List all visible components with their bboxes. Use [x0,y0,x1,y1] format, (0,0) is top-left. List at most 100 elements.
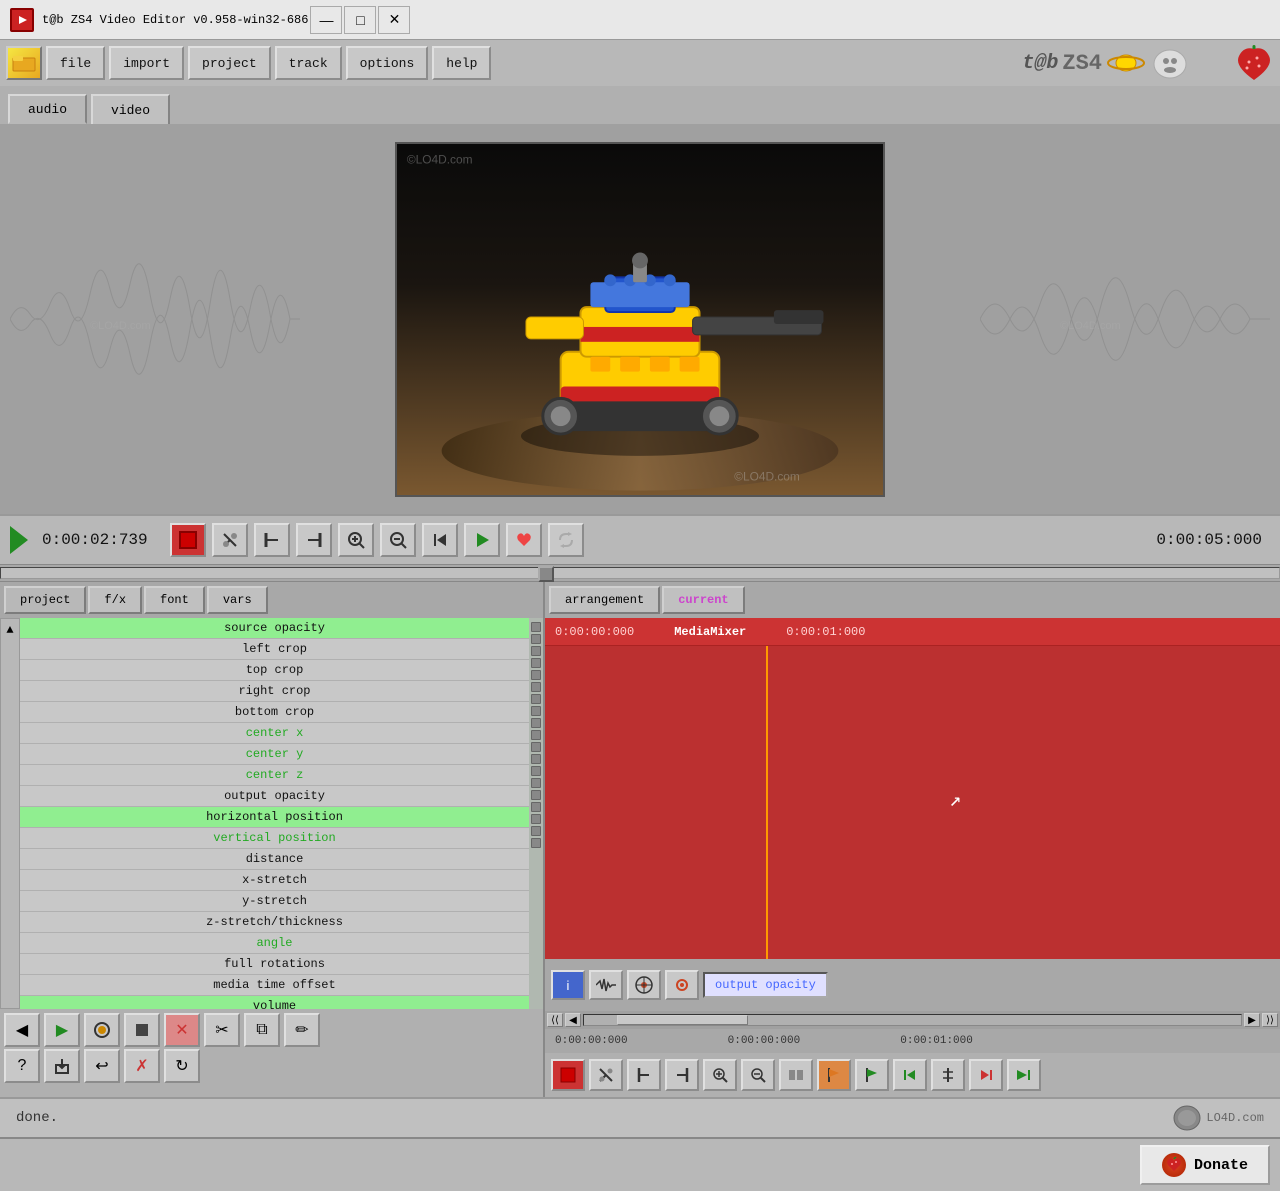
info-button[interactable]: i [551,970,585,1000]
scrubber-track[interactable] [0,567,1280,579]
donate-button[interactable]: Donate [1140,1145,1270,1185]
record-button[interactable] [170,523,206,557]
settings-button[interactable] [665,970,699,1000]
param-item[interactable]: center z [20,765,529,786]
left-tab-vars[interactable]: vars [207,586,268,614]
file-folder-icon[interactable] [6,46,42,80]
help-button[interactable]: ? [4,1049,40,1083]
tc-mark-in[interactable] [627,1059,661,1091]
tc-mark-out[interactable] [665,1059,699,1091]
right-tab-arrangement[interactable]: arrangement [549,586,660,614]
param-dot[interactable] [531,670,541,680]
stop-button[interactable] [124,1013,160,1047]
play-button[interactable] [464,523,500,557]
tc-arrow-left[interactable] [893,1059,927,1091]
delete-button[interactable]: ✕ [164,1013,200,1047]
param-dot[interactable] [531,622,541,632]
tc-green-flag[interactable] [855,1059,889,1091]
track-menu[interactable]: track [275,46,342,80]
param-dot[interactable] [531,778,541,788]
timeline-content[interactable]: ↗ [545,646,1280,959]
scroll-left-start[interactable]: ⟨⟨ [547,1013,563,1027]
tab-video[interactable]: video [91,94,170,124]
scroll-left[interactable]: ◀ [565,1013,581,1027]
go-start-button[interactable] [422,523,458,557]
scroll-right[interactable]: ▶ [1244,1013,1260,1027]
import-menu[interactable]: import [109,46,184,80]
remove-button[interactable]: ✗ [124,1049,160,1083]
waveform-button[interactable] [589,970,623,1000]
param-dot[interactable] [531,754,541,764]
param-dot[interactable] [531,658,541,668]
tc-arrow-right[interactable] [969,1059,1003,1091]
param-dot[interactable] [531,682,541,692]
left-tab-font[interactable]: font [144,586,205,614]
param-item[interactable]: center x [20,723,529,744]
param-item[interactable]: full rotations [20,954,529,975]
param-dot[interactable] [531,838,541,848]
scrubber-thumb[interactable] [538,566,554,582]
param-item[interactable]: x-stretch [20,870,529,891]
target-button[interactable] [627,970,661,1000]
param-item[interactable]: vertical position [20,828,529,849]
tc-zoom-out[interactable] [741,1059,775,1091]
tc-zoom-in[interactable] [703,1059,737,1091]
refresh-button[interactable]: ↻ [164,1049,200,1083]
param-dot[interactable] [531,694,541,704]
tc-cut-button[interactable] [589,1059,623,1091]
minimize-button[interactable]: — [310,6,342,34]
param-item[interactable]: right crop [20,681,529,702]
zoom-out-button[interactable] [380,523,416,557]
scissors-button[interactable]: ✂ [204,1013,240,1047]
param-item[interactable]: source opacity [20,618,529,639]
zoom-in-button[interactable] [338,523,374,557]
scroll-track[interactable] [583,1014,1242,1026]
help-menu[interactable]: help [432,46,491,80]
circle-button[interactable] [84,1013,120,1047]
maximize-button[interactable]: □ [344,6,376,34]
undo-button[interactable]: ↩ [84,1049,120,1083]
param-dot[interactable] [531,718,541,728]
param-item[interactable]: distance [20,849,529,870]
step-back-button[interactable]: ◀ [4,1013,40,1047]
param-dot[interactable] [531,766,541,776]
tab-audio[interactable]: audio [8,94,87,124]
file-menu[interactable]: file [46,46,105,80]
param-dot[interactable] [531,634,541,644]
tc-center-button[interactable] [931,1059,965,1091]
param-item[interactable]: horizontal position [20,807,529,828]
left-tab-fx[interactable]: f/x [88,586,142,614]
param-dot[interactable] [531,802,541,812]
param-dot[interactable] [531,742,541,752]
right-tab-current[interactable]: current [662,586,744,614]
edit-button[interactable]: ✏ [284,1013,320,1047]
param-item[interactable]: media time offset [20,975,529,996]
cut-button[interactable] [212,523,248,557]
import-btn[interactable] [44,1049,80,1083]
param-item[interactable]: bottom crop [20,702,529,723]
bookmark-button[interactable] [506,523,542,557]
param-item[interactable]: volume [20,996,529,1009]
param-item[interactable]: output opacity [20,786,529,807]
scroll-right-end[interactable]: ⟩⟩ [1262,1013,1278,1027]
param-dot[interactable] [531,826,541,836]
param-item[interactable]: angle [20,933,529,954]
param-item[interactable]: left crop [20,639,529,660]
param-dot[interactable] [531,814,541,824]
param-item[interactable]: center y [20,744,529,765]
mark-in-button[interactable] [254,523,290,557]
param-dot[interactable] [531,646,541,656]
left-scroll-button[interactable]: ▲ [0,618,20,1009]
tc-last-button[interactable] [1007,1059,1041,1091]
scroll-thumb[interactable] [617,1015,748,1025]
param-item[interactable]: top crop [20,660,529,681]
close-button[interactable]: ✕ [378,6,410,34]
options-menu[interactable]: options [346,46,429,80]
param-dot[interactable] [531,706,541,716]
param-dot[interactable] [531,790,541,800]
param-item[interactable]: y-stretch [20,891,529,912]
project-menu[interactable]: project [188,46,271,80]
loop-button[interactable] [548,523,584,557]
copy-button[interactable]: ⧉ [244,1013,280,1047]
tc-split-button[interactable] [779,1059,813,1091]
